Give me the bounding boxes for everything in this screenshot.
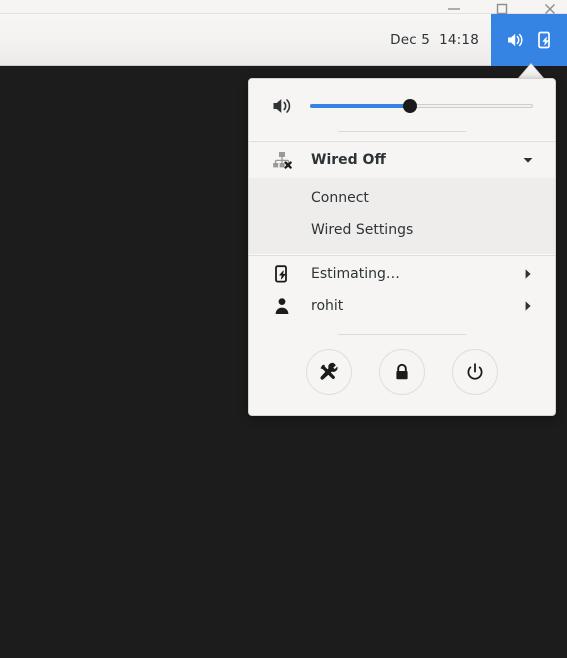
panel-clock[interactable]: Dec 5 14:18 — [390, 32, 491, 48]
battery-label: Estimating… — [311, 266, 400, 282]
settings-tools-icon — [320, 362, 338, 380]
volume-section — [249, 79, 555, 140]
volume-high-icon — [508, 33, 523, 46]
network-section: Wired Off Connect Wired Settings — [249, 142, 555, 254]
power-icon — [467, 363, 483, 380]
close-button[interactable] — [541, 0, 559, 14]
chevron-down-icon[interactable] — [521, 153, 535, 167]
network-submenu: Connect Wired Settings — [249, 178, 555, 254]
lock-button[interactable] — [378, 349, 425, 395]
volume-slider[interactable] — [310, 96, 533, 116]
chevron-right-icon[interactable] — [521, 299, 535, 313]
volume-row — [271, 95, 533, 117]
volume-slider-fill — [310, 104, 411, 108]
system-section: Estimating… rohit — [249, 256, 555, 415]
submenu-item-wired-settings[interactable]: Wired Settings — [249, 214, 555, 246]
user-label: rohit — [311, 298, 344, 314]
window-controls — [445, 0, 559, 15]
lock-icon — [396, 363, 408, 380]
battery-charging-icon — [538, 31, 550, 48]
volume-separator — [338, 131, 466, 132]
menu-item-battery[interactable]: Estimating… — [249, 258, 555, 290]
volume-slider-thumb[interactable] — [403, 99, 418, 113]
window-titlebar — [0, 0, 567, 15]
top-panel: Dec 5 14:18 — [0, 13, 567, 66]
settings-button[interactable] — [306, 349, 353, 395]
chevron-right-icon[interactable] — [521, 267, 535, 281]
action-buttons — [249, 335, 555, 415]
minimize-button[interactable] — [445, 0, 463, 14]
battery-charging-icon — [271, 263, 293, 285]
network-label: Wired Off — [311, 152, 386, 168]
popup-arrow — [518, 64, 544, 79]
volume-high-icon — [273, 99, 291, 113]
wired-network-offline-icon — [271, 149, 293, 171]
panel-status-area[interactable] — [491, 13, 567, 66]
power-button[interactable] — [451, 349, 498, 395]
system-menu-popup: Wired Off Connect Wired Settings Estimat… — [248, 78, 556, 416]
user-avatar-icon — [271, 295, 293, 317]
menu-item-wired-network[interactable]: Wired Off — [249, 142, 555, 178]
maximize-button[interactable] — [493, 0, 511, 15]
menu-item-user[interactable]: rohit — [249, 290, 555, 322]
submenu-item-connect[interactable]: Connect — [249, 182, 555, 214]
